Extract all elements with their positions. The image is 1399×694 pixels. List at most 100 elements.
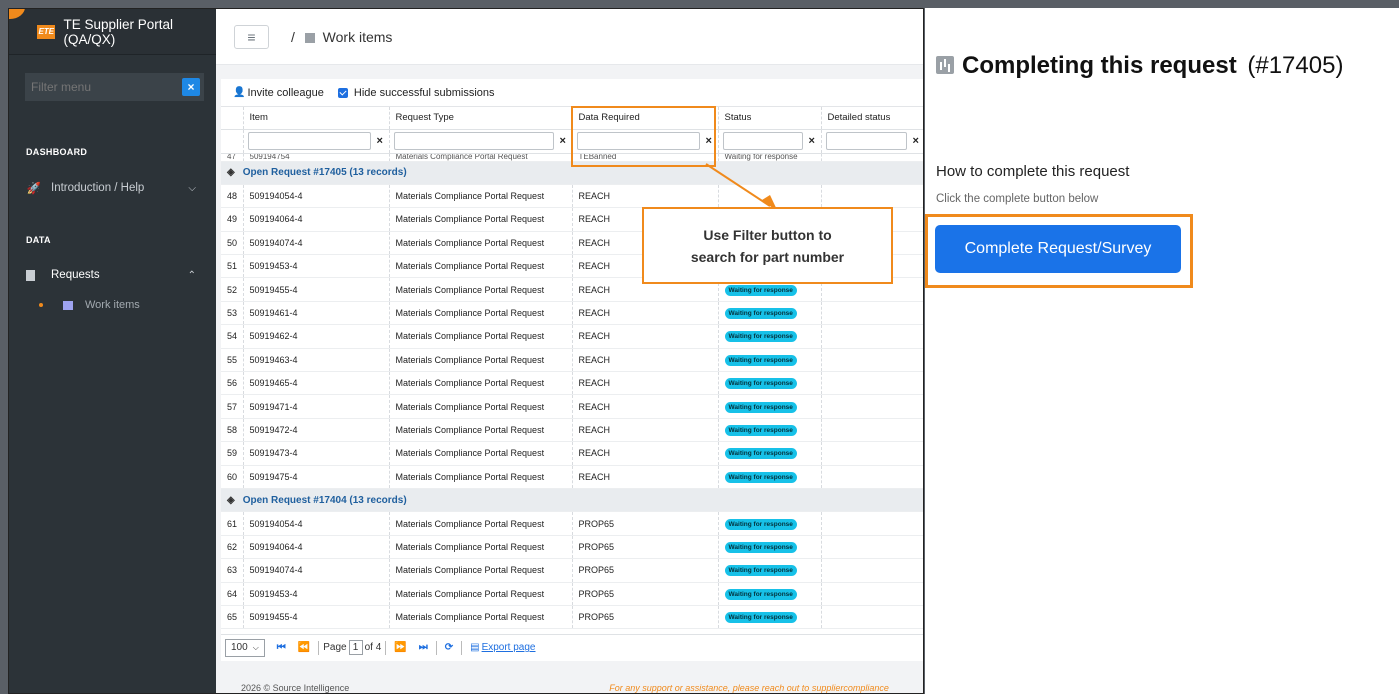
cell-num: 54 — [221, 324, 244, 349]
main-content: ≡ / Work items 👤 Invite colleague Hide s… — [216, 9, 923, 693]
first-page-icon[interactable]: ⏮ — [277, 642, 286, 653]
clear-icon[interactable]: × — [809, 135, 817, 147]
te-logo-icon: ETE — [37, 24, 56, 39]
export-page-link[interactable]: Export page — [482, 642, 536, 653]
cell-item: 509194074-4 — [243, 231, 390, 256]
table-row[interactable]: 61 509194054-4 Materials Compliance Portal… — [221, 511, 923, 536]
status-badge: Waiting for response — [724, 588, 797, 600]
cell-status: Waiting for response — [718, 301, 822, 326]
table-row[interactable]: 63 509194074-4 Materials Compliance Portal… — [221, 558, 923, 583]
work-items-table: Item Request Type Data Required Status D… — [221, 107, 923, 630]
topbar: ≡ / Work items — [216, 9, 923, 65]
cell-detailed-status — [821, 184, 923, 209]
cell-item: 50919465-4 — [243, 371, 390, 396]
breadcrumb-separator: / — [291, 28, 295, 45]
cell-type: Materials Compliance Portal Request — [389, 535, 573, 560]
cell-item: 50919453-4 — [243, 254, 390, 279]
page-of-label: of 4 — [364, 642, 382, 653]
page-size-select[interactable]: 100 ⌵ — [225, 638, 265, 657]
brand: ETE TE Supplier Portal (QA/QX) — [9, 9, 216, 55]
refresh-icon[interactable]: ⟳ — [445, 642, 453, 653]
cell-status: Waiting for response — [718, 371, 822, 396]
table-row[interactable]: 57 50919471-4 Materials Compliance Portal … — [221, 394, 923, 419]
cell-status: Waiting for response — [718, 558, 822, 583]
cell-item: 50919455-4 — [243, 605, 390, 630]
table-row[interactable]: 65 50919455-4 Materials Compliance Portal … — [221, 605, 923, 630]
col-detailed-status[interactable]: Detailed status — [821, 107, 923, 130]
clear-icon[interactable]: × — [377, 135, 385, 147]
clear-icon[interactable]: × — [560, 135, 568, 147]
table-row[interactable]: 56 50919465-4 Materials Compliance Portal … — [221, 371, 923, 396]
cell-detailed-status — [821, 511, 923, 536]
support-notice: For any support or assistance, please re… — [609, 683, 889, 693]
col-status[interactable]: Status — [718, 107, 822, 130]
table-row[interactable]: 64 50919453-4 Materials Compliance Portal … — [221, 582, 923, 606]
table-row[interactable]: 53 50919461-4 Materials Compliance Portal … — [221, 301, 923, 326]
filter-callout: Use Filter button to search for part num… — [642, 207, 893, 284]
sidebar-subitem-work-items[interactable]: Work items — [9, 299, 216, 311]
cell-data: REACH — [572, 301, 719, 326]
cell-num: 58 — [221, 418, 244, 443]
filter-status-input[interactable] — [722, 132, 803, 150]
section-data: DATA — [26, 235, 51, 245]
request-id: (#17405) — [1247, 52, 1344, 79]
group-cell: ◈ Open Request #17404 (13 records) — [221, 488, 923, 513]
table-row[interactable]: 62 509194064-4 Materials Compliance Portal… — [221, 535, 923, 560]
col-item[interactable]: Item — [243, 107, 390, 130]
filter-cell: × — [389, 129, 573, 154]
cell-data: REACH — [572, 441, 719, 466]
cell-detailed-status — [821, 371, 923, 396]
filter-detailed-status-input[interactable] — [825, 132, 907, 150]
filter-menu-input[interactable] — [31, 80, 171, 94]
table-row[interactable]: 54 50919462-4 Materials Compliance Portal … — [221, 324, 923, 349]
sidebar-subitem-label: Work items — [85, 299, 140, 311]
cell-type: Materials Compliance Portal Request — [389, 511, 573, 536]
col-request-type[interactable]: Request Type — [389, 107, 573, 130]
cell-status: Waiting for response — [718, 441, 822, 466]
table-cell — [821, 153, 923, 162]
group-row[interactable]: ◈ Open Request #17404 (13 records) — [221, 488, 923, 513]
cell-type: Materials Compliance Portal Request — [389, 301, 573, 326]
cell-detailed-status — [821, 441, 923, 466]
cell-data: REACH — [572, 371, 719, 396]
sidebar-item-requests[interactable]: Requests ⌃ — [9, 269, 216, 281]
page-size-value: 100 — [231, 642, 248, 653]
prev-page-icon[interactable]: ⏪ — [298, 642, 310, 653]
layers-icon: ◈ — [227, 167, 235, 179]
table-row[interactable]: 55 50919463-4 Materials Compliance Portal … — [221, 348, 923, 373]
last-page-icon[interactable]: ⏭ — [419, 642, 428, 653]
cell-item: 50919475-4 — [243, 465, 390, 489]
cell-detailed-status — [821, 418, 923, 443]
status-badge: Waiting for response — [724, 331, 797, 343]
cell-type: Materials Compliance Portal Request — [389, 207, 573, 232]
sidebar-item-introduction[interactable]: 🚀 Introduction / Help ⌵ — [9, 181, 216, 195]
cell-type: Materials Compliance Portal Request — [389, 558, 573, 583]
cell-num: 49 — [221, 207, 244, 232]
document-icon — [26, 269, 35, 281]
divider — [385, 640, 387, 655]
table-row[interactable]: 59 50919473-4 Materials Compliance Portal … — [221, 441, 923, 466]
hamburger-menu-icon[interactable]: ≡ — [234, 24, 269, 49]
data-required-highlight — [571, 106, 716, 167]
hide-successful-checkbox[interactable] — [337, 87, 348, 98]
invite-user-icon: 👤 — [233, 87, 246, 98]
cell-status: Waiting for response — [718, 535, 822, 560]
filter-cell: × — [821, 129, 923, 154]
table-row[interactable]: 60 50919475-4 Materials Compliance Portal … — [221, 465, 923, 489]
invite-colleague-button[interactable]: Invite colleague — [247, 87, 323, 99]
page-label: Page — [323, 642, 347, 653]
clear-filter-icon[interactable]: × — [182, 78, 200, 96]
page-number-input[interactable]: 1 — [348, 640, 363, 655]
complete-request-button[interactable]: Complete Request/Survey — [935, 225, 1181, 273]
table-row[interactable]: 48 509194054-4 Materials Compliance Portal… — [221, 184, 923, 209]
next-page-icon[interactable]: ⏩ — [394, 642, 406, 653]
cell-detailed-status — [821, 348, 923, 373]
clear-icon[interactable]: × — [913, 135, 921, 147]
table-row[interactable]: 58 50919472-4 Materials Compliance Portal … — [221, 418, 923, 443]
filter-item-input[interactable] — [247, 132, 371, 150]
filter-request-type-input[interactable] — [393, 132, 554, 150]
cell-num: 62 — [221, 535, 244, 560]
footer: 2026 © Source Intelligence For any suppo… — [216, 681, 923, 693]
cell-type: Materials Compliance Portal Request — [389, 348, 573, 373]
how-to-subtext: Click the complete button below — [936, 193, 1099, 205]
